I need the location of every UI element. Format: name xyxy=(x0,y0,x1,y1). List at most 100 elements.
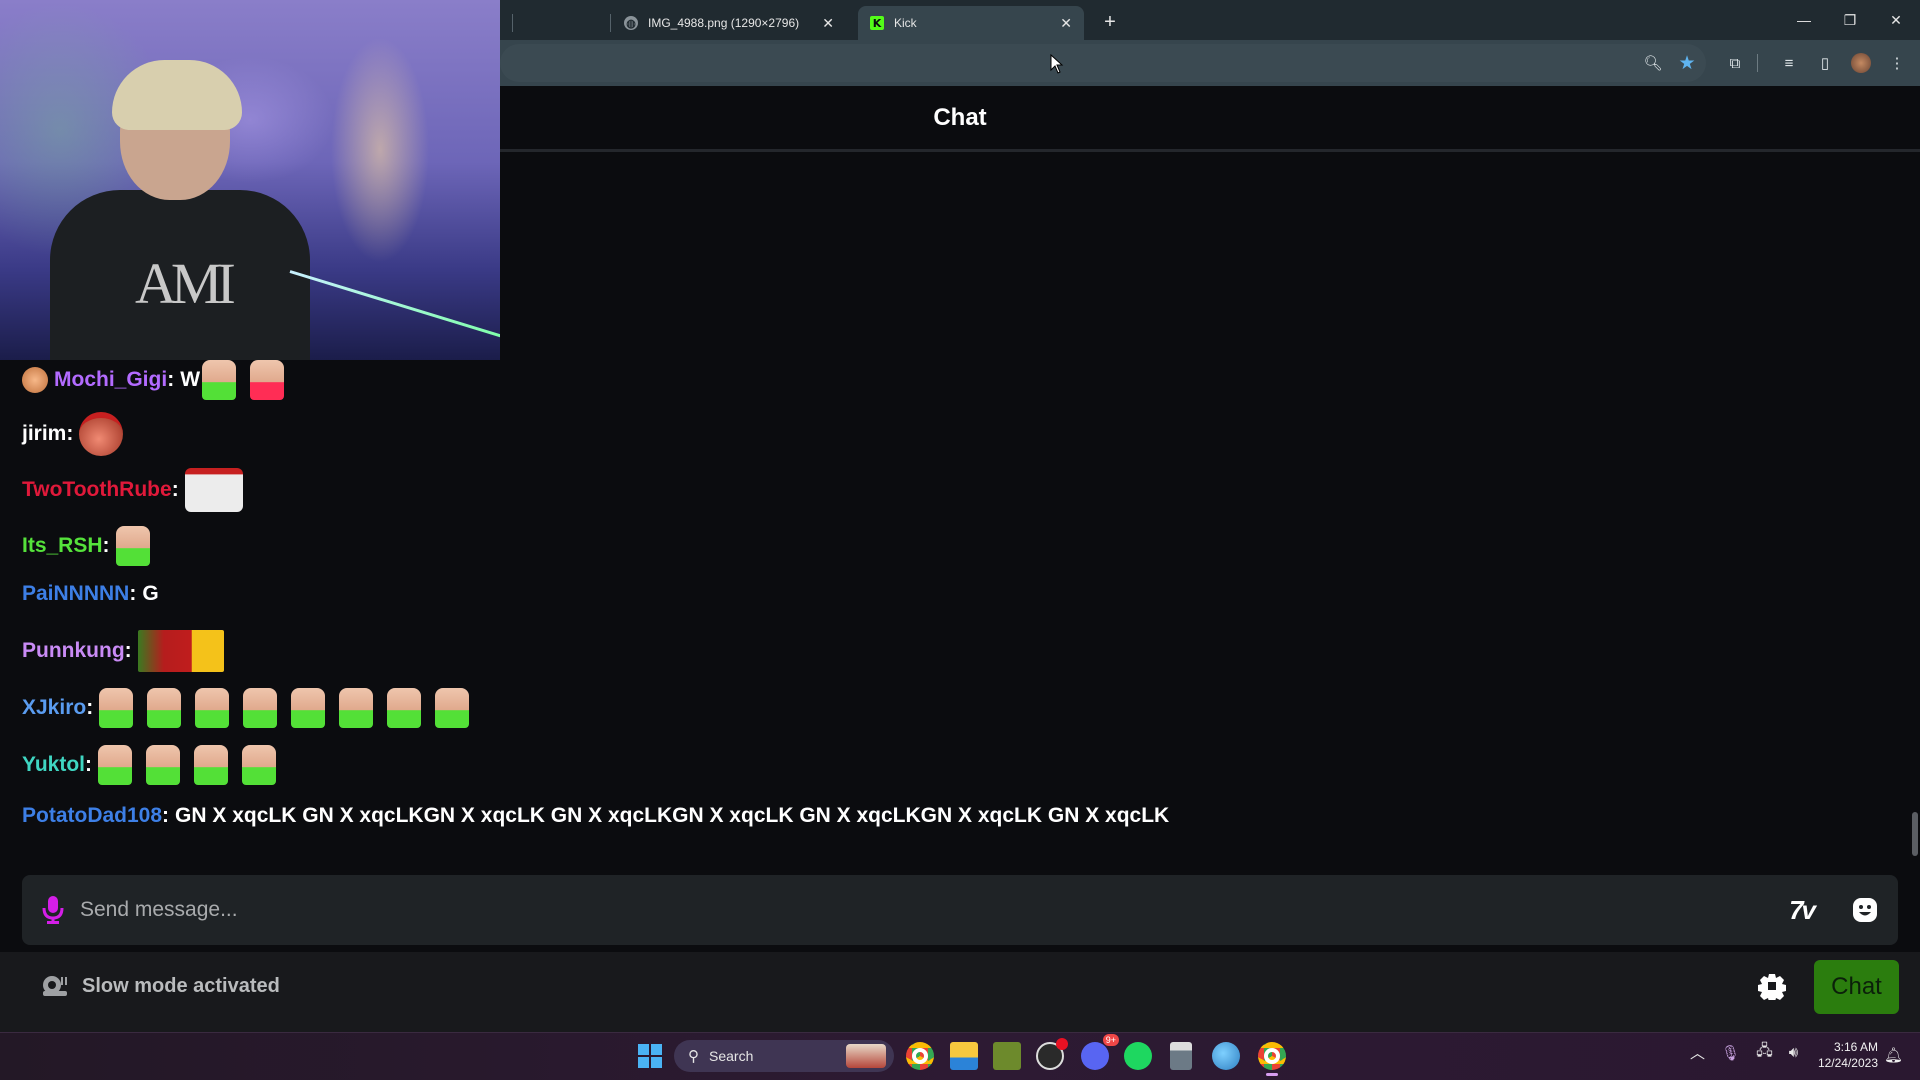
new-tab-button[interactable]: + xyxy=(1096,8,1124,36)
close-tab-icon[interactable]: ✕ xyxy=(1060,15,1072,32)
tab-image[interactable]: ◍ IMG_4988.png (1290×2796) ✕ xyxy=(612,6,846,40)
media-control-icon[interactable]: ≡ xyxy=(1776,50,1802,76)
zoom-icon[interactable]: 🔍︎ xyxy=(1640,50,1666,76)
chat-settings-gear-icon[interactable] xyxy=(1758,972,1786,1000)
emote-icon[interactable] xyxy=(146,745,181,785)
taskbar-search-label: Search xyxy=(709,1048,754,1064)
chat-message: Punnkung: xyxy=(22,630,238,672)
mouse-cursor-icon xyxy=(1050,54,1064,74)
message-input[interactable] xyxy=(80,898,1790,922)
emote-icon[interactable] xyxy=(98,745,133,785)
emote-icon[interactable] xyxy=(79,412,124,456)
menu-icon[interactable]: ⋮ xyxy=(1884,50,1910,76)
chat-message: XJkiro: xyxy=(22,688,483,728)
minimize-button[interactable]: — xyxy=(1782,6,1826,34)
extensions-icon[interactable]: ⧉ xyxy=(1722,50,1748,76)
discord-taskbar-icon[interactable]: 9+ xyxy=(1081,1034,1119,1070)
chat-username[interactable]: Yuktol xyxy=(22,753,85,777)
emote-icon[interactable] xyxy=(242,745,277,785)
chat-scrollbar[interactable] xyxy=(1912,812,1918,856)
taskbar-search[interactable]: ⚲ Search xyxy=(674,1040,894,1072)
chat-username[interactable]: Punnkung xyxy=(22,639,125,663)
chat-message: Yuktol: xyxy=(22,745,290,785)
notification-bell-icon[interactable]: 🔔︎ xyxy=(1884,1046,1903,1064)
show-hidden-icons-chevron-icon[interactable]: ︿ xyxy=(1690,1042,1705,1063)
emote-icon[interactable] xyxy=(99,688,134,728)
minecraft-taskbar-icon[interactable] xyxy=(993,1042,1021,1070)
chat-username[interactable]: TwoToothRube xyxy=(22,478,172,502)
emoji-picker-icon[interactable] xyxy=(1852,897,1878,923)
spotify-taskbar-icon[interactable] xyxy=(1124,1042,1152,1070)
led-strip xyxy=(289,270,500,338)
emote-icon[interactable] xyxy=(339,688,374,728)
emote-icon[interactable] xyxy=(202,360,237,400)
tab-title: Kick xyxy=(894,16,917,30)
paint-taskbar-icon[interactable] xyxy=(1212,1042,1240,1070)
slow-mode-label: Slow mode activated xyxy=(82,974,280,997)
emote-icon[interactable] xyxy=(137,630,224,672)
notification-badge: 9+ xyxy=(1102,1034,1119,1046)
streamer-hair xyxy=(112,60,242,130)
chat-message: jirim: xyxy=(22,412,137,456)
system-clock[interactable]: 3:16 AM 12/24/2023 xyxy=(1806,1039,1878,1071)
chat-username[interactable]: jirim xyxy=(22,422,66,446)
emote-icon[interactable] xyxy=(435,688,470,728)
chat-username[interactable]: PaiNNNNN xyxy=(22,582,129,606)
chat-message: Mochi_Gigi: W xyxy=(22,360,298,400)
volume-icon[interactable]: 🔊︎ xyxy=(1789,1044,1798,1061)
kick-logo-icon: K xyxy=(870,16,884,30)
snail-icon xyxy=(43,976,67,996)
chrome-active-taskbar-icon[interactable] xyxy=(1258,1042,1286,1076)
search-icon: ⚲ xyxy=(688,1048,699,1065)
emote-icon[interactable] xyxy=(387,688,422,728)
shirt-print: AMI xyxy=(135,251,236,316)
slow-mode-indicator: Slow mode activated xyxy=(42,974,280,998)
seventv-icon[interactable]: 7v xyxy=(1789,895,1816,926)
chat-message: TwoToothRube: xyxy=(22,468,257,512)
emote-icon[interactable] xyxy=(147,688,182,728)
tab-separator xyxy=(512,14,513,32)
tab-separator xyxy=(610,14,611,32)
bookmark-star-icon[interactable]: ★ xyxy=(1674,50,1700,76)
calculator-taskbar-icon[interactable] xyxy=(1170,1042,1192,1070)
chat-footer xyxy=(0,952,1920,1032)
address-bar[interactable] xyxy=(500,44,1706,82)
windows-start-button[interactable] xyxy=(638,1044,662,1068)
tab-title: IMG_4988.png (1290×2796) xyxy=(648,16,800,30)
clock-time: 3:16 AM xyxy=(1833,1040,1878,1054)
microphone-in-use-icon[interactable]: 🎙︎ xyxy=(1721,1044,1740,1062)
system-tray: ︿ 🎙︎ 🖧 🔊︎ xyxy=(1690,1040,1798,1065)
webcam-overlay: AMI xyxy=(0,0,500,360)
emote-icon[interactable] xyxy=(195,688,230,728)
tab-kick[interactable]: K Kick ✕ xyxy=(858,6,1084,40)
emote-icon[interactable] xyxy=(184,468,243,512)
network-icon[interactable]: 🖧 xyxy=(1756,1040,1773,1065)
close-tab-icon[interactable]: ✕ xyxy=(822,15,834,32)
subscriber-badge-icon xyxy=(22,367,48,393)
emote-icon[interactable] xyxy=(115,526,150,566)
chat-username[interactable]: XJkiro xyxy=(22,696,86,720)
send-chat-button[interactable]: Chat xyxy=(1814,960,1899,1014)
chat-text: G xyxy=(142,582,159,605)
close-window-button[interactable]: ✕ xyxy=(1874,6,1918,34)
obs-taskbar-icon[interactable] xyxy=(1036,1038,1068,1070)
chat-title: Chat xyxy=(933,103,987,131)
chat-text: W xyxy=(180,368,201,391)
chat-message: PotatoDad108: GN X xqcLK GN X xqcLKGN X … xyxy=(22,804,1170,828)
emote-icon[interactable] xyxy=(250,360,285,400)
chat-username[interactable]: PotatoDad108 xyxy=(22,804,162,828)
emote-icon[interactable] xyxy=(243,688,278,728)
search-highlight-icon xyxy=(846,1044,886,1068)
chat-username[interactable]: Its_RSH xyxy=(22,534,103,558)
emote-icon[interactable] xyxy=(194,745,229,785)
chat-username[interactable]: Mochi_Gigi xyxy=(54,368,167,392)
microphone-icon[interactable] xyxy=(42,895,64,925)
file-explorer-taskbar-icon[interactable] xyxy=(950,1042,978,1070)
chat-message: Its_RSH: xyxy=(22,526,164,566)
chrome-taskbar-icon[interactable] xyxy=(906,1042,934,1070)
restore-button[interactable]: ❐ xyxy=(1828,6,1872,34)
profile-avatar[interactable] xyxy=(1848,50,1874,76)
side-panel-icon[interactable]: ▯ xyxy=(1812,50,1838,76)
emote-icon[interactable] xyxy=(291,688,326,728)
clock-date: 12/24/2023 xyxy=(1817,1056,1878,1070)
